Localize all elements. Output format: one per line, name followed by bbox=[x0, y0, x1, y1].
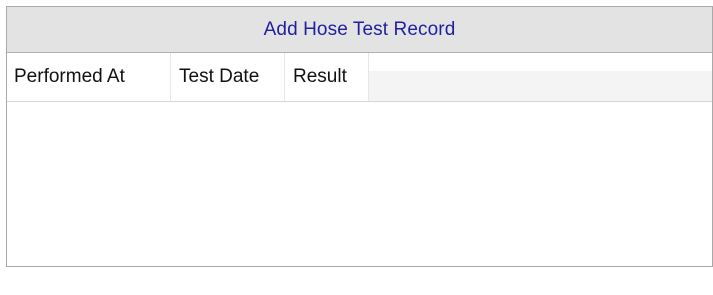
add-hose-test-record-button[interactable]: Add Hose Test Record bbox=[7, 7, 712, 53]
grid-body-empty[interactable] bbox=[7, 102, 712, 266]
column-header-result[interactable]: Result bbox=[285, 53, 369, 101]
add-hose-test-record-label: Add Hose Test Record bbox=[263, 18, 456, 40]
grid-header-row: Performed At Test Date Result bbox=[7, 53, 712, 102]
column-header-performed-at[interactable]: Performed At bbox=[7, 53, 171, 101]
hose-test-panel: Add Hose Test Record Performed At Test D… bbox=[6, 6, 713, 267]
column-header-test-date[interactable]: Test Date bbox=[171, 53, 285, 101]
column-header-filler bbox=[369, 53, 712, 101]
